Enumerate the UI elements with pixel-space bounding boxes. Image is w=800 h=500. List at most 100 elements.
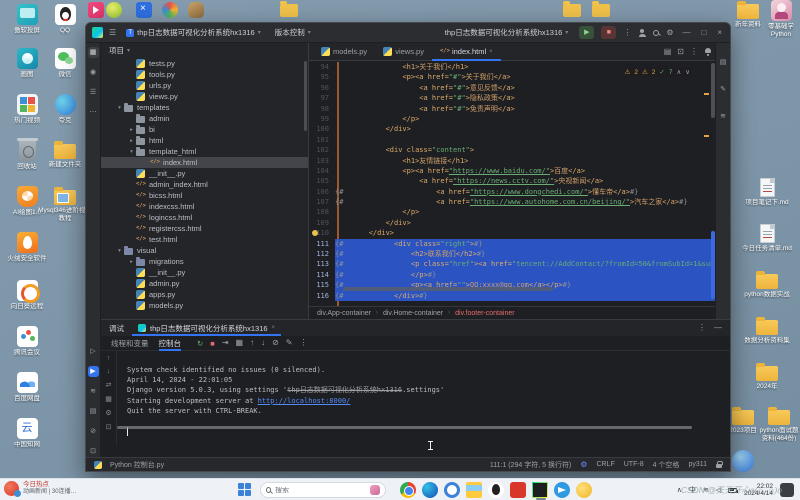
- code-line[interactable]: 105 <a href="https://news.cctv.com/">央视新…: [309, 176, 717, 186]
- news-widget[interactable]: 今日热点 动画新闻 | 30连播…: [4, 481, 77, 496]
- scroll-down-icon[interactable]: ↓: [107, 368, 111, 375]
- indent-style[interactable]: 4 个空格: [653, 460, 680, 470]
- scroll-up-icon[interactable]: ↑: [107, 355, 111, 362]
- stop-icon[interactable]: ■: [210, 339, 215, 348]
- tree-item[interactable]: ▾templates: [101, 102, 308, 113]
- desktop-icon-cnki[interactable]: 云中国知网: [0, 418, 54, 449]
- stop-button[interactable]: ■: [601, 26, 616, 39]
- tree-item-selected[interactable]: </>index.html: [101, 157, 308, 168]
- console-output[interactable]: System check identified no issues (0 sil…: [117, 351, 730, 445]
- tree-item[interactable]: ▸html: [101, 135, 308, 146]
- status-process-label[interactable]: Python 控制台.py: [110, 460, 164, 470]
- tab-index-html[interactable]: </>index.html×: [432, 43, 501, 61]
- main-menu-icon[interactable]: ☰: [109, 29, 116, 37]
- tree-item[interactable]: views.py: [101, 91, 308, 102]
- desktop-icon-quark[interactable]: 夸克: [38, 94, 92, 125]
- desktop-icon-meeting[interactable]: 腾讯会议: [0, 326, 54, 357]
- split-view-icon[interactable]: ▤: [664, 48, 672, 56]
- tree-scrollbar[interactable]: [304, 61, 307, 131]
- tree-item[interactable]: __init__.py: [101, 267, 308, 278]
- step-down-icon[interactable]: ↓: [261, 339, 265, 347]
- console-horizontal-scrollbar[interactable]: [117, 426, 692, 429]
- view-breakpoints-icon[interactable]: ▦: [236, 339, 244, 347]
- code-line-selected[interactable]: 112{# <h2>联系我们</h2>#}: [309, 249, 717, 259]
- minimize-button[interactable]: —: [680, 28, 692, 37]
- console-tab[interactable]: 控制台: [159, 336, 182, 351]
- inspections-widget[interactable]: ⚠2 ⚠2 ✓7 ∧ ∨: [621, 67, 693, 77]
- edit-icon[interactable]: ✎: [286, 339, 293, 347]
- tree-item[interactable]: ▾template_html: [101, 146, 308, 157]
- structure-tool-icon[interactable]: ☰: [88, 87, 99, 98]
- start-button[interactable]: [238, 483, 252, 497]
- file-encoding[interactable]: UTF-8: [624, 461, 644, 468]
- battery-icon[interactable]: [728, 488, 737, 493]
- code-line[interactable]: 106{# <a href="https://www.dongchedi.com…: [309, 187, 717, 197]
- threads-variables-tab[interactable]: 线程和变量: [111, 336, 149, 351]
- project-tool-icon[interactable]: ▦: [88, 47, 99, 58]
- database-tool-icon[interactable]: ≋: [718, 111, 729, 122]
- desktop-folder-icon[interactable]: [592, 4, 610, 17]
- soft-wrap-icon[interactable]: ⇄: [106, 381, 112, 389]
- desktop-icon-folder-1[interactable]: python数据实战: [740, 270, 794, 299]
- clear-console-icon[interactable]: ⊡: [106, 423, 112, 431]
- taskbar-pycharm-icon[interactable]: [532, 482, 548, 498]
- tree-item[interactable]: </>registercss.html: [101, 223, 308, 234]
- plugin-gear-icon[interactable]: ⚙: [580, 461, 587, 469]
- code-line[interactable]: 96 <a href="#">意见反馈</a>: [309, 83, 717, 93]
- project-tree-header[interactable]: 项目 ▾: [101, 43, 308, 58]
- close-button[interactable]: ×: [715, 28, 724, 37]
- notifications-tool-icon[interactable]: ▤: [718, 57, 729, 68]
- close-session-icon[interactable]: ×: [272, 325, 276, 331]
- prev-issue-icon[interactable]: ∧: [676, 68, 681, 76]
- code-line-selected[interactable]: 116{# </div>#}: [309, 291, 717, 301]
- step-over-icon[interactable]: ⇥: [222, 339, 229, 347]
- ai-assistant-tool-icon[interactable]: ✎: [718, 84, 729, 95]
- problems-tool-icon[interactable]: ⊘: [88, 426, 99, 437]
- taskbar-yellow-app-icon[interactable]: [576, 482, 592, 498]
- taskbar-plane-app-icon[interactable]: [554, 482, 570, 498]
- tree-item[interactable]: models.py: [101, 300, 308, 311]
- desktop-icon-folder-top[interactable]: 新年资料: [733, 0, 763, 29]
- layout-icon[interactable]: ⊡: [677, 48, 684, 56]
- editor-horizontal-scrollbar[interactable]: [343, 287, 553, 291]
- tab-options-icon[interactable]: ⋮: [690, 48, 698, 56]
- maximize-button[interactable]: □: [699, 28, 708, 37]
- breadcrumb-item[interactable]: div.App-container: [317, 310, 371, 317]
- tree-item[interactable]: </>test.html: [101, 234, 308, 245]
- code-line-selected[interactable]: 111{# <div class="right">#}: [309, 239, 717, 249]
- code-line[interactable]: 103 <h1>友情链接</h1>: [309, 156, 717, 166]
- read-lock-icon[interactable]: [716, 464, 722, 468]
- code-line[interactable]: 107{# <a href="https://www.autohome.com.…: [309, 197, 717, 207]
- desktop-folder-icon[interactable]: [280, 4, 298, 17]
- tray-expand-icon[interactable]: ∧: [677, 486, 682, 494]
- input-method-indicator[interactable]: 中: [689, 485, 696, 495]
- tree-item[interactable]: </>indexcss.html: [101, 201, 308, 212]
- search-input[interactable]: [275, 487, 366, 494]
- next-issue-icon[interactable]: ∨: [685, 68, 690, 76]
- taskbar-file-explorer-icon[interactable]: [466, 482, 482, 498]
- taskbar-chrome-icon[interactable]: [400, 482, 416, 498]
- volume-icon[interactable]: ◁: [716, 486, 721, 494]
- wifi-icon[interactable]: ≋: [703, 486, 709, 494]
- desktop-icon-sphere[interactable]: [728, 450, 758, 472]
- desktop-icon-md-2[interactable]: 今日任务清单.md: [740, 224, 794, 253]
- tree-item[interactable]: </>bicss.html: [101, 190, 308, 201]
- desktop-icon-folder-3[interactable]: 2024年: [740, 362, 794, 391]
- notifications-bell-icon[interactable]: [704, 48, 711, 56]
- tree-item[interactable]: </>admin_index.html: [101, 179, 308, 190]
- tree-item[interactable]: ▸bi: [101, 124, 308, 135]
- taskbar-red-app-icon[interactable]: [510, 482, 526, 498]
- line-separator[interactable]: CRLF: [596, 461, 614, 468]
- desktop-icon-folder-5[interactable]: python面试题资料(464份): [758, 406, 800, 442]
- search-everywhere-icon[interactable]: [653, 30, 659, 36]
- taskbar-search[interactable]: [260, 482, 386, 498]
- desktop-icon-video[interactable]: 零基础学Python: [762, 0, 800, 38]
- trash-tool-icon[interactable]: ⊡: [88, 446, 99, 457]
- music-app-icon[interactable]: [106, 2, 122, 18]
- tree-item[interactable]: __init__.py: [101, 168, 308, 179]
- user-account-icon[interactable]: [638, 29, 646, 37]
- tree-item[interactable]: apps.py: [101, 289, 308, 300]
- tree-item[interactable]: tests.py: [101, 58, 308, 69]
- rerun-icon[interactable]: ↻: [197, 339, 203, 348]
- commit-tool-icon[interactable]: ◉: [88, 67, 99, 78]
